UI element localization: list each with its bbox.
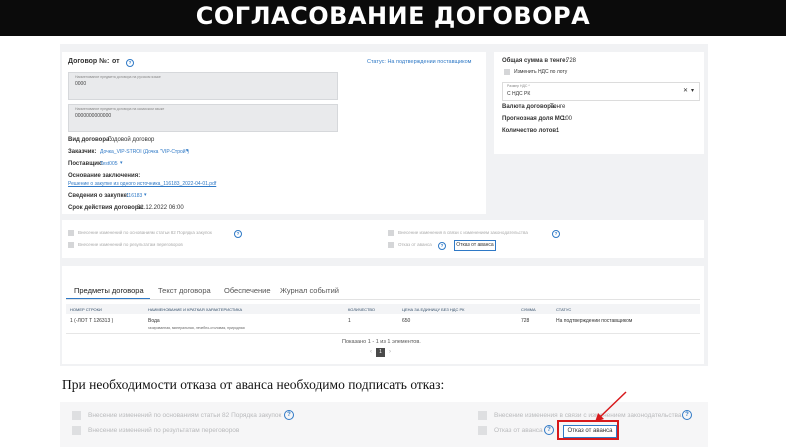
arrow-line: [599, 391, 627, 418]
highlight-arrow: [595, 391, 627, 422]
